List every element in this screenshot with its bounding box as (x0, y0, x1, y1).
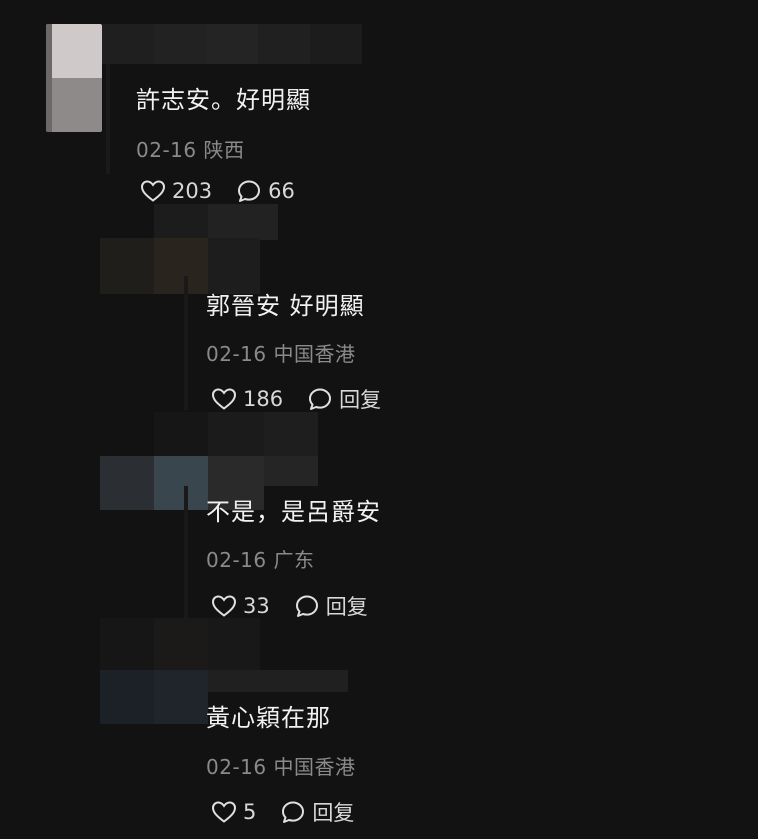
like-count: 33 (243, 594, 270, 618)
comment-location: 中国香港 (273, 342, 356, 366)
reply-button[interactable]: 回复 (294, 591, 368, 621)
comment-meta: 02-16 陕西 (136, 134, 244, 163)
reply-button[interactable]: 回复 (307, 384, 381, 414)
comment-meta: 02-16 中国香港 (206, 751, 355, 780)
comment-location: 中国香港 (273, 755, 356, 779)
comment-actions: 5 回复 (211, 797, 354, 827)
reply-label: 回复 (339, 388, 382, 412)
comment-text: 不是，是呂爵安 (206, 498, 381, 526)
comment-actions: 186 回复 (211, 384, 381, 414)
thread-line (106, 64, 110, 174)
comment-location: 广东 (273, 548, 315, 572)
comment-date: 02-16 (206, 755, 267, 779)
heart-outline-icon (140, 179, 166, 203)
avatar-pixel (46, 24, 52, 132)
username-redacted[interactable] (154, 412, 318, 456)
like-button[interactable]: 33 (211, 594, 270, 618)
speech-bubble-icon (280, 800, 306, 824)
like-count: 5 (243, 800, 257, 824)
username-redacted[interactable] (102, 24, 362, 64)
comment-date: 02-16 (136, 138, 197, 162)
thread-line (184, 486, 188, 620)
comment-meta: 02-16 中国香港 (206, 338, 355, 367)
comment-actions: 203 66 (140, 179, 295, 203)
reply-button[interactable]: 66 (236, 179, 295, 203)
comment-location: 陕西 (203, 138, 245, 162)
reply-count: 66 (268, 179, 295, 203)
heart-outline-icon (211, 800, 237, 824)
avatar[interactable] (46, 24, 102, 132)
thread-line (184, 276, 188, 410)
like-count: 186 (243, 387, 284, 411)
speech-bubble-icon (307, 387, 333, 411)
reply-label: 回复 (312, 801, 355, 825)
comment-text: 許志安。好明顯 (136, 86, 311, 114)
reply-button[interactable]: 回复 (280, 797, 354, 827)
like-button[interactable]: 5 (211, 800, 256, 824)
like-button[interactable]: 186 (211, 387, 283, 411)
like-button[interactable]: 203 (140, 179, 212, 203)
speech-bubble-icon (236, 179, 262, 203)
comment-meta: 02-16 广东 (206, 544, 314, 573)
reply-label: 回复 (325, 595, 368, 619)
heart-outline-icon (211, 387, 237, 411)
avatar-pixel (46, 24, 102, 78)
comment-actions: 33 回复 (211, 591, 368, 621)
comment-text: 郭晉安 好明顯 (206, 292, 365, 320)
like-count: 203 (172, 179, 213, 203)
username-redacted[interactable] (154, 204, 278, 240)
comment-thread: 許志安。好明顯 02-16 陕西 203 66 郭晉安 好明顯 02-16 中国… (0, 0, 758, 839)
avatar-pixel (46, 78, 102, 132)
comment-date: 02-16 (206, 548, 267, 572)
comment-date: 02-16 (206, 342, 267, 366)
speech-bubble-icon (294, 594, 320, 618)
comment-text: 黃心穎在那 (206, 704, 331, 732)
username-redacted[interactable] (100, 618, 260, 672)
heart-outline-icon (211, 594, 237, 618)
